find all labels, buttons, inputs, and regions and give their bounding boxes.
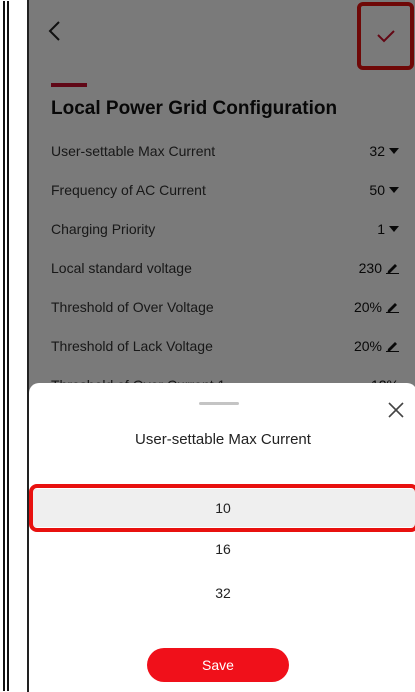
page-title: Local Power Grid Configuration bbox=[51, 98, 338, 119]
setting-label: Frequency of AC Current bbox=[51, 181, 206, 198]
setting-value-dropdown[interactable]: 50 bbox=[369, 182, 399, 198]
app-screen: Local Power Grid Configuration User-sett… bbox=[27, 0, 415, 692]
back-button[interactable] bbox=[47, 11, 77, 51]
setting-row-standard-voltage[interactable]: Local standard voltage 230 bbox=[29, 248, 415, 287]
setting-value-dropdown[interactable]: 1 bbox=[377, 221, 399, 237]
setting-row-over-voltage[interactable]: Threshold of Over Voltage 20% bbox=[29, 287, 415, 326]
close-button[interactable] bbox=[385, 399, 407, 421]
setting-value: 32 bbox=[369, 142, 385, 159]
chevron-left-icon bbox=[48, 21, 60, 41]
setting-value-edit[interactable]: 20% bbox=[354, 338, 399, 354]
bottom-sheet: User-settable Max Current 10 16 32 Save bbox=[29, 383, 415, 692]
sheet-title: User-settable Max Current bbox=[135, 431, 311, 448]
setting-value-edit[interactable]: 20% bbox=[354, 299, 399, 315]
caret-down-icon bbox=[389, 186, 399, 193]
option-16[interactable]: 16 bbox=[29, 530, 415, 568]
title-accent-line bbox=[51, 83, 87, 87]
setting-value: 1 bbox=[377, 220, 385, 237]
pencil-icon bbox=[386, 264, 399, 274]
setting-row-lack-voltage[interactable]: Threshold of Lack Voltage 20% bbox=[29, 326, 415, 365]
setting-value-dropdown[interactable]: 32 bbox=[369, 143, 399, 159]
left-edge-bar bbox=[3, 1, 9, 691]
save-button[interactable]: Save bbox=[147, 648, 289, 682]
caret-down-icon bbox=[389, 147, 399, 154]
setting-value: 50 bbox=[369, 181, 385, 198]
settings-list: User-settable Max Current 32 Frequency o… bbox=[29, 131, 415, 404]
setting-label: Charging Priority bbox=[51, 220, 156, 237]
caret-down-icon bbox=[389, 225, 399, 232]
option-label: 16 bbox=[215, 541, 231, 557]
setting-label: Threshold of Lack Voltage bbox=[51, 337, 213, 354]
confirm-button[interactable] bbox=[357, 2, 414, 70]
option-32[interactable]: 32 bbox=[29, 574, 415, 612]
setting-row-charging-priority[interactable]: Charging Priority 1 bbox=[29, 209, 415, 248]
pencil-icon bbox=[386, 303, 399, 313]
setting-row-ac-frequency[interactable]: Frequency of AC Current 50 bbox=[29, 170, 415, 209]
setting-label: User-settable Max Current bbox=[51, 142, 216, 159]
setting-label: Local standard voltage bbox=[51, 259, 192, 276]
setting-value: 230 bbox=[358, 259, 382, 276]
option-label: 32 bbox=[215, 585, 231, 601]
setting-label: Threshold of Over Voltage bbox=[51, 298, 214, 315]
option-label: 10 bbox=[215, 500, 231, 516]
setting-value-edit[interactable]: 230 bbox=[359, 260, 399, 276]
option-10[interactable]: 10 bbox=[29, 489, 415, 527]
drag-handle[interactable] bbox=[199, 402, 239, 405]
pencil-icon bbox=[386, 342, 399, 352]
setting-value: 20% bbox=[353, 298, 382, 315]
setting-value: 20% bbox=[353, 337, 382, 354]
setting-row-max-current[interactable]: User-settable Max Current 32 bbox=[29, 131, 415, 170]
close-icon bbox=[388, 402, 404, 418]
checkmark-icon bbox=[376, 30, 395, 43]
